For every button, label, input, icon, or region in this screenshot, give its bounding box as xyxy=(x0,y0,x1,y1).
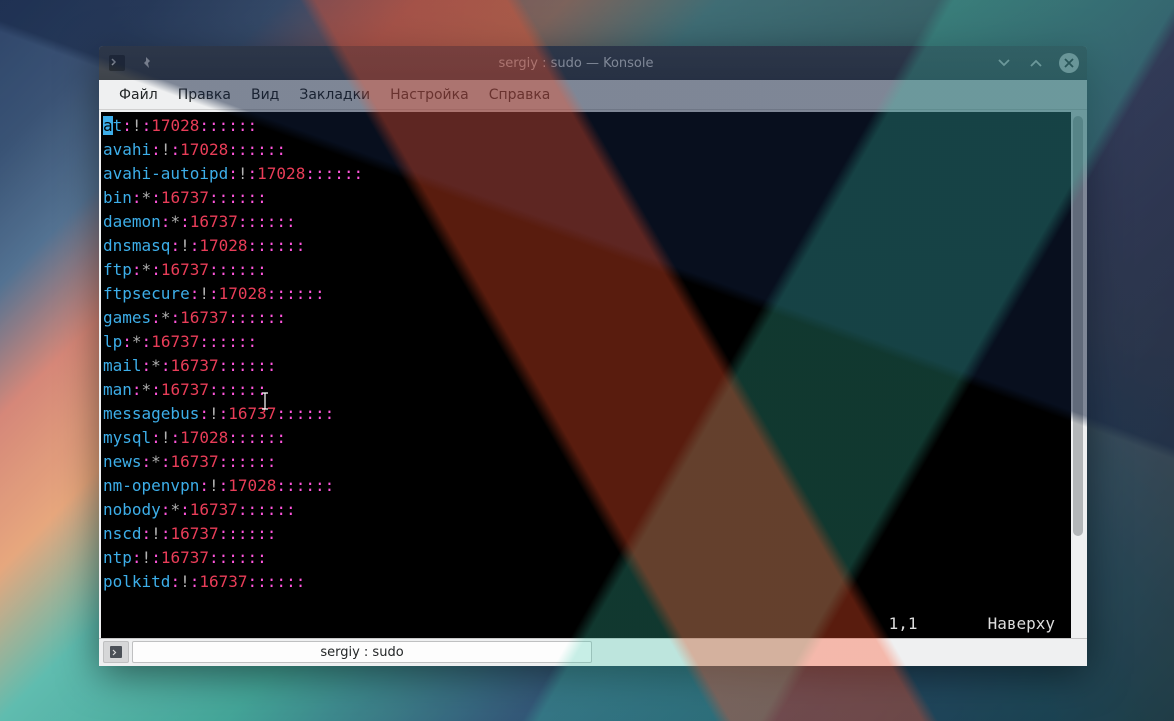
terminal-line: nobody:*:16737:::::: xyxy=(103,498,1071,522)
menu-settings[interactable]: Настройка xyxy=(380,83,479,107)
terminal-line: at:!:17028:::::: xyxy=(103,114,1071,138)
desktop-wallpaper: sergiy : sudo — Konsole Файл Правка Вид … xyxy=(0,0,1174,721)
terminal-app-icon xyxy=(107,53,127,73)
titlebar[interactable]: sergiy : sudo — Konsole xyxy=(99,46,1087,80)
menubar: Файл Правка Вид Закладки Настройка Справ… xyxy=(99,80,1087,110)
vim-cursor-pos: 1,1 xyxy=(889,612,918,636)
window-title: sergiy : sudo — Konsole xyxy=(157,56,995,71)
minimize-button[interactable] xyxy=(995,54,1013,72)
terminal-line: ftp:*:16737:::::: xyxy=(103,258,1071,282)
terminal-line: mysql:!:17028:::::: xyxy=(103,426,1071,450)
terminal-line: polkitd:!:16737:::::: xyxy=(103,570,1071,594)
maximize-button[interactable] xyxy=(1027,54,1045,72)
close-button[interactable] xyxy=(1059,53,1079,73)
menu-view[interactable]: Вид xyxy=(241,83,289,107)
new-tab-button[interactable] xyxy=(103,641,129,663)
terminal-line: nscd:!:16737:::::: xyxy=(103,522,1071,546)
pin-icon[interactable] xyxy=(137,53,157,73)
terminal-line: lp:*:16737:::::: xyxy=(103,330,1071,354)
terminal-line: dnsmasq:!:17028:::::: xyxy=(103,234,1071,258)
tab-label: sergiy : sudo xyxy=(320,645,403,660)
scrollbar-thumb[interactable] xyxy=(1073,116,1083,536)
vim-status-line: 1,1 Наверху xyxy=(889,612,1055,636)
terminal-line: games:*:16737:::::: xyxy=(103,306,1071,330)
terminal-container: at:!:17028::::::avahi:!:17028::::::avahi… xyxy=(99,110,1087,638)
terminal-line: avahi-autoipd:!:17028:::::: xyxy=(103,162,1071,186)
menu-bookmarks[interactable]: Закладки xyxy=(289,83,380,107)
vim-block-cursor: a xyxy=(103,116,113,135)
menu-help[interactable]: Справка xyxy=(479,83,561,107)
vim-location: Наверху xyxy=(988,612,1055,636)
terminal-line: daemon:*:16737:::::: xyxy=(103,210,1071,234)
terminal-line: bin:*:16737:::::: xyxy=(103,186,1071,210)
menu-edit[interactable]: Правка xyxy=(168,83,241,107)
text-cursor-icon xyxy=(261,392,269,410)
terminal-line: mail:*:16737:::::: xyxy=(103,354,1071,378)
terminal-line: man:*:16737:::::: xyxy=(103,378,1071,402)
terminal-line: avahi:!:17028:::::: xyxy=(103,138,1071,162)
tab-active[interactable]: sergiy : sudo xyxy=(132,641,592,663)
terminal-viewport[interactable]: at:!:17028::::::avahi:!:17028::::::avahi… xyxy=(101,112,1071,638)
terminal-line: nm-openvpn:!:17028:::::: xyxy=(103,474,1071,498)
tab-bar: sergiy : sudo xyxy=(99,638,1087,666)
menu-file[interactable]: Файл xyxy=(109,83,168,107)
terminal-scrollbar[interactable] xyxy=(1071,112,1085,638)
terminal-line: news:*:16737:::::: xyxy=(103,450,1071,474)
terminal-line: messagebus:!:16737:::::: xyxy=(103,402,1071,426)
terminal-line: ntp:!:16737:::::: xyxy=(103,546,1071,570)
terminal-line: ftpsecure:!:17028:::::: xyxy=(103,282,1071,306)
konsole-window: sergiy : sudo — Konsole Файл Правка Вид … xyxy=(99,46,1087,666)
